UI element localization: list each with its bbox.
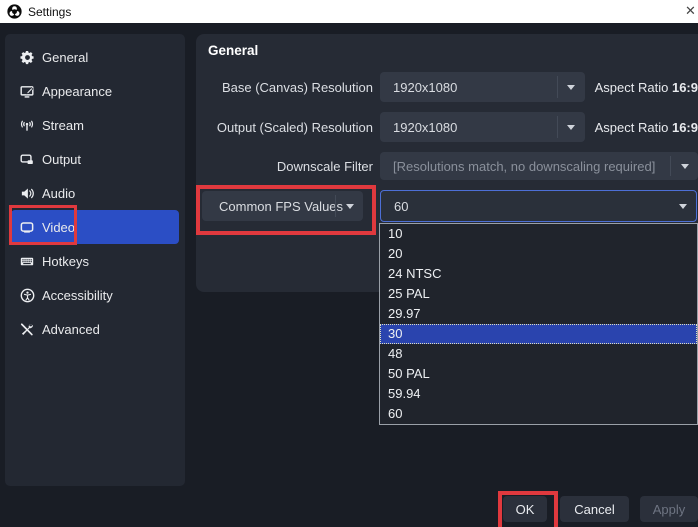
settings-sidebar: General Appearance Stream Output Audio V… (5, 34, 185, 486)
sidebar-item-accessibility[interactable]: Accessibility (5, 278, 185, 312)
sidebar-item-label: Hotkeys (42, 253, 89, 269)
accessibility-icon (18, 287, 36, 304)
fps-option-60[interactable]: 60 (380, 404, 697, 424)
tools-icon (18, 321, 36, 338)
sidebar-item-label: Stream (42, 117, 84, 133)
chevron-down-icon[interactable] (669, 191, 696, 221)
aspect-ratio-value: 16:9 (671, 119, 698, 135)
aspect-ratio-value: 16:9 (671, 79, 698, 95)
cancel-button[interactable]: Cancel (560, 496, 629, 522)
sidebar-item-general[interactable]: General (5, 40, 185, 74)
downscale-filter-value: [Resolutions match, no downscaling requi… (393, 158, 656, 174)
fps-dropdown-list: 10 20 24 NTSC 25 PAL 29.97 30 48 50 PAL … (379, 223, 698, 425)
settings-window: Settings ✕ General Appearance Stream Out… (0, 0, 698, 527)
downscale-filter-row: Downscale Filter [Resolutions match, no … (196, 152, 698, 180)
output-resolution-label: Output (Scaled) Resolution (216, 119, 373, 135)
fps-option-5994[interactable]: 59.94 (380, 384, 697, 404)
fps-current-value: 60 (394, 198, 409, 214)
fps-option-2997[interactable]: 29.97 (380, 304, 697, 324)
fps-option-25pal[interactable]: 25 PAL (380, 284, 697, 304)
sidebar-item-label: Video (42, 219, 76, 235)
stream-antenna-icon (18, 117, 36, 134)
apply-button[interactable]: Apply (640, 496, 698, 522)
sidebar-item-label: Appearance (42, 83, 113, 99)
video-monitor-icon (18, 219, 36, 236)
sidebar-item-video[interactable]: Video (11, 210, 179, 244)
base-resolution-row: Base (Canvas) Resolution 1920x1080 Aspec… (196, 72, 698, 102)
sidebar-item-label: Advanced (42, 321, 100, 337)
fps-row: Common FPS Values 60 (196, 190, 698, 222)
aspect-ratio-text: Aspect Ratio 16:9 (594, 119, 698, 135)
chevron-down-icon[interactable] (671, 152, 698, 180)
output-icon (18, 151, 36, 168)
sidebar-item-hotkeys[interactable]: Hotkeys (5, 244, 185, 278)
fps-option-48[interactable]: 48 (380, 344, 697, 364)
fps-option-50pal[interactable]: 50 PAL (380, 364, 697, 384)
chevron-down-icon[interactable] (558, 112, 585, 142)
sidebar-item-audio[interactable]: Audio (5, 176, 185, 210)
sidebar-item-advanced[interactable]: Advanced (5, 312, 185, 346)
sidebar-item-label: Accessibility (42, 287, 113, 303)
aspect-ratio-text: Aspect Ratio 16:9 (594, 79, 698, 95)
base-resolution-combobox[interactable]: 1920x1080 (380, 72, 585, 102)
gear-icon (18, 49, 36, 66)
fps-type-combobox[interactable]: Common FPS Values (202, 191, 363, 221)
keyboard-icon (18, 253, 36, 270)
fps-option-24ntsc[interactable]: 24 NTSC (380, 264, 697, 284)
window-title: Settings (28, 4, 72, 19)
audio-speaker-icon (18, 185, 36, 202)
fps-option-30[interactable]: 30 (380, 324, 697, 344)
sidebar-item-stream[interactable]: Stream (5, 108, 185, 142)
output-resolution-row: Output (Scaled) Resolution 1920x1080 Asp… (196, 112, 698, 142)
downscale-filter-combobox[interactable]: [Resolutions match, no downscaling requi… (380, 152, 698, 180)
sidebar-item-label: General (42, 49, 89, 65)
output-resolution-combobox[interactable]: 1920x1080 (380, 112, 585, 142)
chevron-down-icon[interactable] (336, 191, 363, 221)
sidebar-item-label: Audio (42, 185, 76, 201)
appearance-icon (18, 83, 36, 100)
output-resolution-value: 1920x1080 (393, 119, 458, 135)
titlebar: Settings ✕ (0, 0, 698, 23)
sidebar-item-label: Output (42, 151, 82, 167)
obs-logo-icon (7, 4, 22, 19)
sidebar-item-appearance[interactable]: Appearance (5, 74, 185, 108)
fps-type-value: Common FPS Values (219, 198, 344, 214)
ok-button[interactable]: OK (503, 496, 547, 522)
chevron-down-icon[interactable] (558, 72, 585, 102)
fps-option-20[interactable]: 20 (380, 244, 697, 264)
base-resolution-label: Base (Canvas) Resolution (221, 79, 373, 95)
fps-option-10[interactable]: 10 (380, 224, 697, 244)
sidebar-item-output[interactable]: Output (5, 142, 185, 176)
close-icon[interactable]: ✕ (685, 3, 698, 19)
base-resolution-value: 1920x1080 (393, 79, 458, 95)
downscale-filter-label: Downscale Filter (276, 158, 373, 174)
fps-value-combobox[interactable]: 60 (380, 190, 697, 222)
panel-header: General (208, 43, 259, 58)
